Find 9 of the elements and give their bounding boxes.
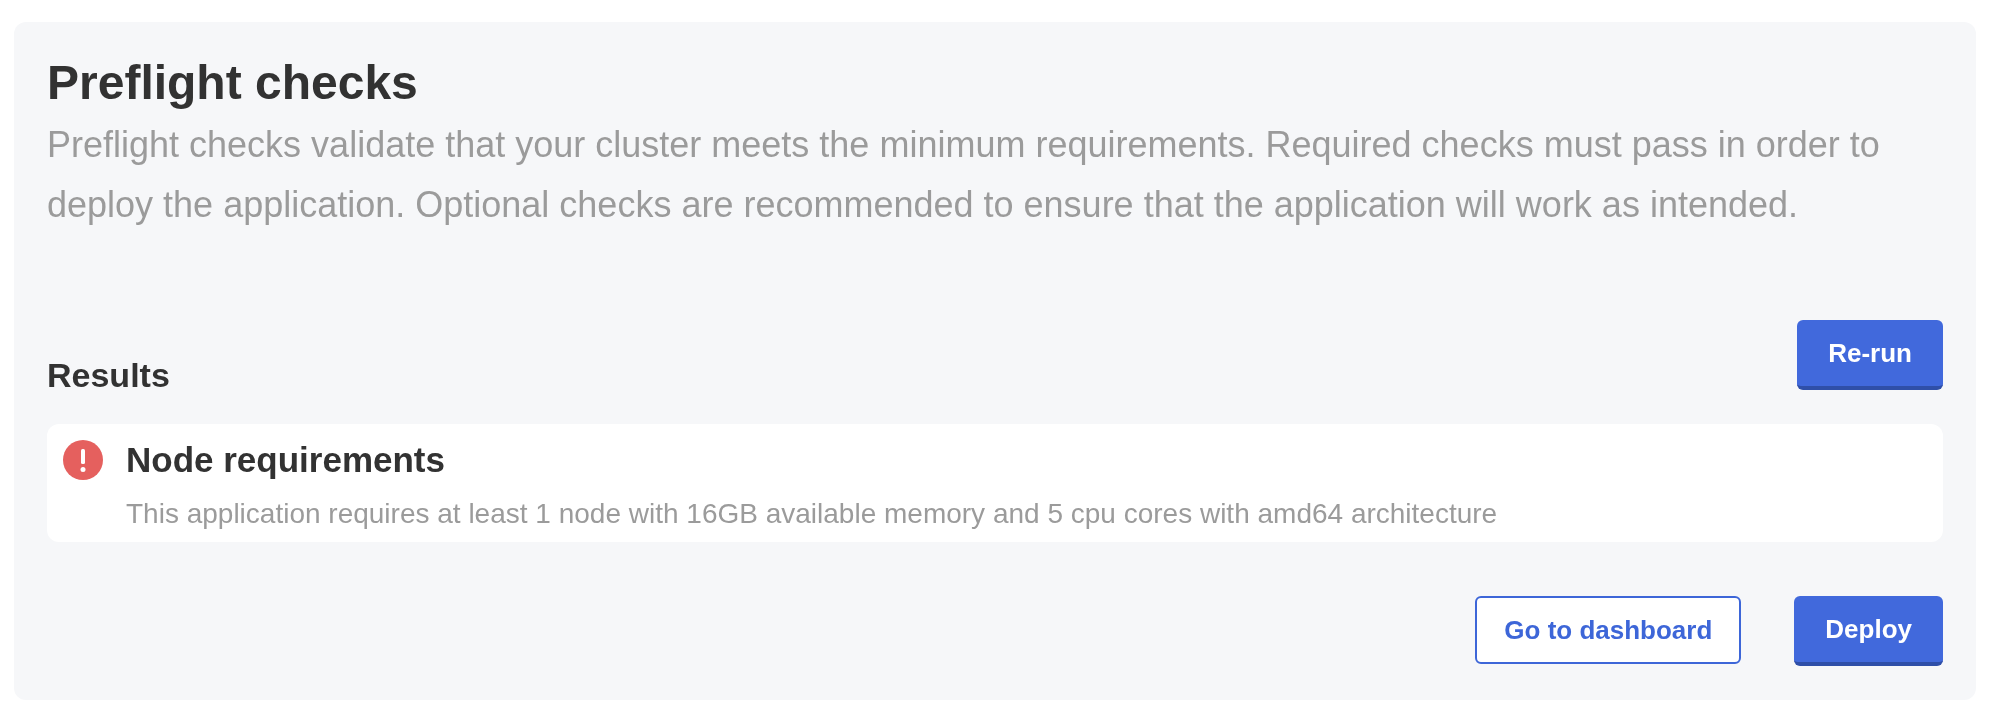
page-description: Preflight checks validate that your cluster meets the minimum requirements. Required checks must pass in order to deploy the application. Optional checks are recommended to ensure that the application will work as intended.	[47, 123, 1881, 227]
dashboard-button[interactable]: Go to dashboard	[1475, 596, 1742, 664]
result-message: This application requires at least 1 node with 16GB available memory and 5 cpu cores with amd64 architecture	[126, 497, 1498, 531]
rerun-button[interactable]: Re-run	[1797, 320, 1943, 390]
exclamation-icon	[63, 440, 103, 480]
results-heading: Results	[47, 358, 170, 392]
deploy-button[interactable]: Deploy	[1794, 596, 1943, 666]
page-title: Preflight checks	[47, 55, 419, 111]
result-title: Node requirements	[126, 440, 446, 480]
